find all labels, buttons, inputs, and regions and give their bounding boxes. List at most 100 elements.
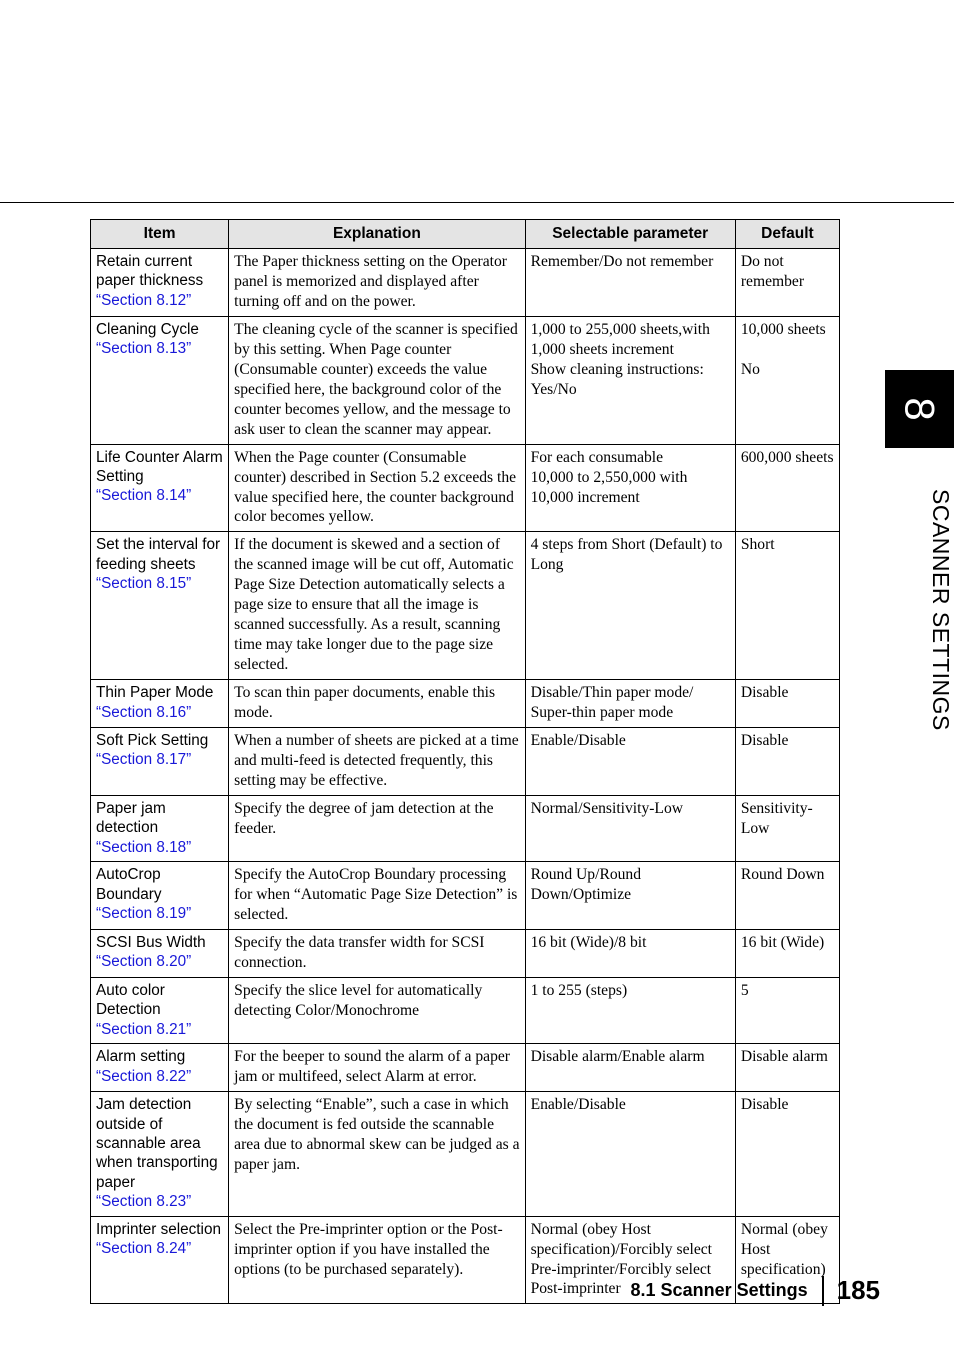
cell-item: Soft Pick Setting “Section 8.17” xyxy=(89,727,230,796)
section-link[interactable]: “Section 8.14” xyxy=(96,486,223,505)
item-label: Retain current paper thickness xyxy=(96,253,204,290)
item-label: Auto color Detection xyxy=(96,981,165,1019)
cell-item: Paper jam detection “Section 8.18” xyxy=(89,794,230,863)
cell-parameter: Remember/Do not remember xyxy=(524,248,736,317)
page-number: 185 xyxy=(836,1275,880,1305)
section-link[interactable]: “Section 8.16” xyxy=(96,703,223,722)
cell-default: 5 xyxy=(734,976,841,1045)
chapter-number: 8 xyxy=(896,397,944,421)
chapter-title: SCANNER SETTINGS xyxy=(928,489,954,731)
cell-item: Set the interval for feeding sheets “Sect… xyxy=(89,531,230,681)
table-row: Cleaning Cycle “Section 8.13” The cleaning… xyxy=(89,315,841,445)
column-header-explanation: Explanation xyxy=(228,218,526,250)
page-top-rule xyxy=(0,202,954,203)
cell-explanation: Specify the AutoCrop Boundary processing… xyxy=(228,861,526,930)
cell-explanation: Specify the slice level for automaticall… xyxy=(228,976,526,1045)
footer-section-title: 8.1 Scanner Settings xyxy=(630,1280,808,1300)
cell-explanation: If the document is skewed and a section … xyxy=(228,531,526,681)
cell-default: Round Down xyxy=(734,861,841,930)
cell-default: Disable xyxy=(734,679,841,729)
cell-explanation: When a number of sheets are picked at a … xyxy=(228,727,526,796)
cell-parameter: 1 to 255 (steps) xyxy=(524,976,736,1045)
cell-item: Retain current paper thickness “Section 8… xyxy=(89,248,230,317)
section-link[interactable]: “Section 8.13” xyxy=(96,339,223,358)
column-header-item: Item xyxy=(89,218,230,250)
cell-item: Cleaning Cycle “Section 8.13” xyxy=(89,315,230,445)
section-link[interactable]: “Section 8.22” xyxy=(96,1067,223,1086)
item-label: Imprinter selection xyxy=(96,1220,221,1238)
table-row: Paper jam detection “Section 8.18” Specify… xyxy=(89,794,841,863)
cell-explanation: When the Page counter (Consumable counte… xyxy=(228,443,526,533)
cell-item: SCSI Bus Width “Section 8.20” xyxy=(89,929,230,978)
cell-parameter: Disable/Thin paper mode/ Super-thin pape… xyxy=(524,679,736,729)
cell-default: Disable alarm xyxy=(734,1043,841,1093)
table-body: Retain current paper thickness “Section 8… xyxy=(89,248,841,1305)
item-label: Set the interval for feeding sheets xyxy=(96,536,221,573)
cell-explanation: By selecting “Enable”, such a case in wh… xyxy=(228,1091,526,1217)
table-row: Auto color Detection “Section 8.21” Specif… xyxy=(89,976,841,1045)
cell-explanation: The Paper thickness setting on the Opera… xyxy=(228,248,526,317)
section-link[interactable]: “Section 8.24” xyxy=(96,1239,223,1258)
cell-default: Do not remember xyxy=(734,248,841,317)
section-link[interactable]: “Section 8.20” xyxy=(96,952,223,971)
item-label: Cleaning Cycle xyxy=(96,320,199,338)
table-row: Jam detection outside of scannable area … xyxy=(89,1091,841,1217)
cell-default: Disable xyxy=(734,727,841,796)
item-label: Paper jam detection xyxy=(96,799,166,837)
section-link[interactable]: “Section 8.21” xyxy=(96,1020,223,1039)
chapter-tab: 8 xyxy=(885,370,954,448)
cell-item: Auto color Detection “Section 8.21” xyxy=(89,976,230,1045)
cell-explanation: Specify the data transfer width for SCSI… xyxy=(228,929,526,978)
section-link[interactable]: “Section 8.23” xyxy=(96,1192,223,1211)
section-link[interactable]: “Section 8.15” xyxy=(96,574,223,593)
cell-default: 600,000 sheets xyxy=(734,443,841,533)
cell-item: Thin Paper Mode “Section 8.16” xyxy=(89,679,230,729)
footer-divider xyxy=(821,1275,824,1306)
cell-item: Jam detection outside of scannable area … xyxy=(89,1091,230,1217)
cell-default: Sensitivity-Low xyxy=(734,794,841,863)
cell-explanation: To scan thin paper documents, enable thi… xyxy=(228,679,526,729)
table-row: AutoCrop Boundary “Section 8.19” Specify t… xyxy=(89,861,841,930)
cell-default: Short xyxy=(734,531,841,681)
table-header-row: Item Explanation Selectable parameter De… xyxy=(89,218,841,250)
cell-parameter: Round Up/Round Down/Optimize xyxy=(524,861,736,930)
section-link[interactable]: “Section 8.12” xyxy=(96,291,223,310)
table-row: SCSI Bus Width “Section 8.20” Specify the … xyxy=(89,929,841,978)
item-label: Jam detection outside of scannable area … xyxy=(96,1096,218,1191)
cell-parameter: Normal/Sensitivity-Low xyxy=(524,794,736,863)
table-row: Soft Pick Setting “Section 8.17” When a nu… xyxy=(89,727,841,796)
table-row: Life Counter Alarm Setting “Section 8.14”… xyxy=(89,443,841,533)
table-row: Set the interval for feeding sheets “Sect… xyxy=(89,531,841,681)
item-label: Life Counter Alarm Setting xyxy=(96,448,223,486)
item-label: AutoCrop Boundary xyxy=(96,866,162,903)
cell-parameter: 4 steps from Short (Default) to Long xyxy=(524,531,736,681)
item-label: Alarm setting xyxy=(96,1048,186,1066)
cell-explanation: The cleaning cycle of the scanner is spe… xyxy=(228,315,526,445)
cell-parameter: 16 bit (Wide)/8 bit xyxy=(524,929,736,978)
table-row: Retain current paper thickness “Section 8… xyxy=(89,248,841,317)
section-link[interactable]: “Section 8.19” xyxy=(96,904,223,923)
item-label: Thin Paper Mode xyxy=(96,684,214,702)
cell-parameter: Disable alarm/Enable alarm xyxy=(524,1043,736,1093)
section-link[interactable]: “Section 8.17” xyxy=(96,750,223,769)
cell-default: 10,000 sheets No xyxy=(734,315,841,445)
cell-item: AutoCrop Boundary “Section 8.19” xyxy=(89,861,230,930)
cell-default: Disable xyxy=(734,1091,841,1217)
cell-parameter: For each consumable 10,000 to 2,550,000 … xyxy=(524,443,736,533)
column-header-parameter: Selectable parameter xyxy=(524,218,736,250)
cell-item: Life Counter Alarm Setting “Section 8.14” xyxy=(89,443,230,533)
table-row: Thin Paper Mode “Section 8.16” To scan thi… xyxy=(89,679,841,729)
item-label: SCSI Bus Width xyxy=(96,934,206,951)
cell-parameter: Enable/Disable xyxy=(524,727,736,796)
item-label: Soft Pick Setting xyxy=(96,732,209,750)
cell-parameter: 1,000 to 255,000 sheets,with 1,000 sheet… xyxy=(524,315,736,445)
column-header-default: Default xyxy=(734,218,841,250)
cell-parameter: Enable/Disable xyxy=(524,1091,736,1217)
table-row: Alarm setting “Section 8.22” For the beepe… xyxy=(89,1043,841,1093)
scanner-settings-table: Item Explanation Selectable parameter De… xyxy=(89,218,841,1305)
cell-explanation: For the beeper to sound the alarm of a p… xyxy=(228,1043,526,1093)
page-footer: 8.1 Scanner Settings 185 xyxy=(0,1275,880,1306)
cell-explanation: Specify the degree of jam detection at t… xyxy=(228,794,526,863)
section-link[interactable]: “Section 8.18” xyxy=(96,838,223,857)
cell-default: 16 bit (Wide) xyxy=(734,929,841,978)
